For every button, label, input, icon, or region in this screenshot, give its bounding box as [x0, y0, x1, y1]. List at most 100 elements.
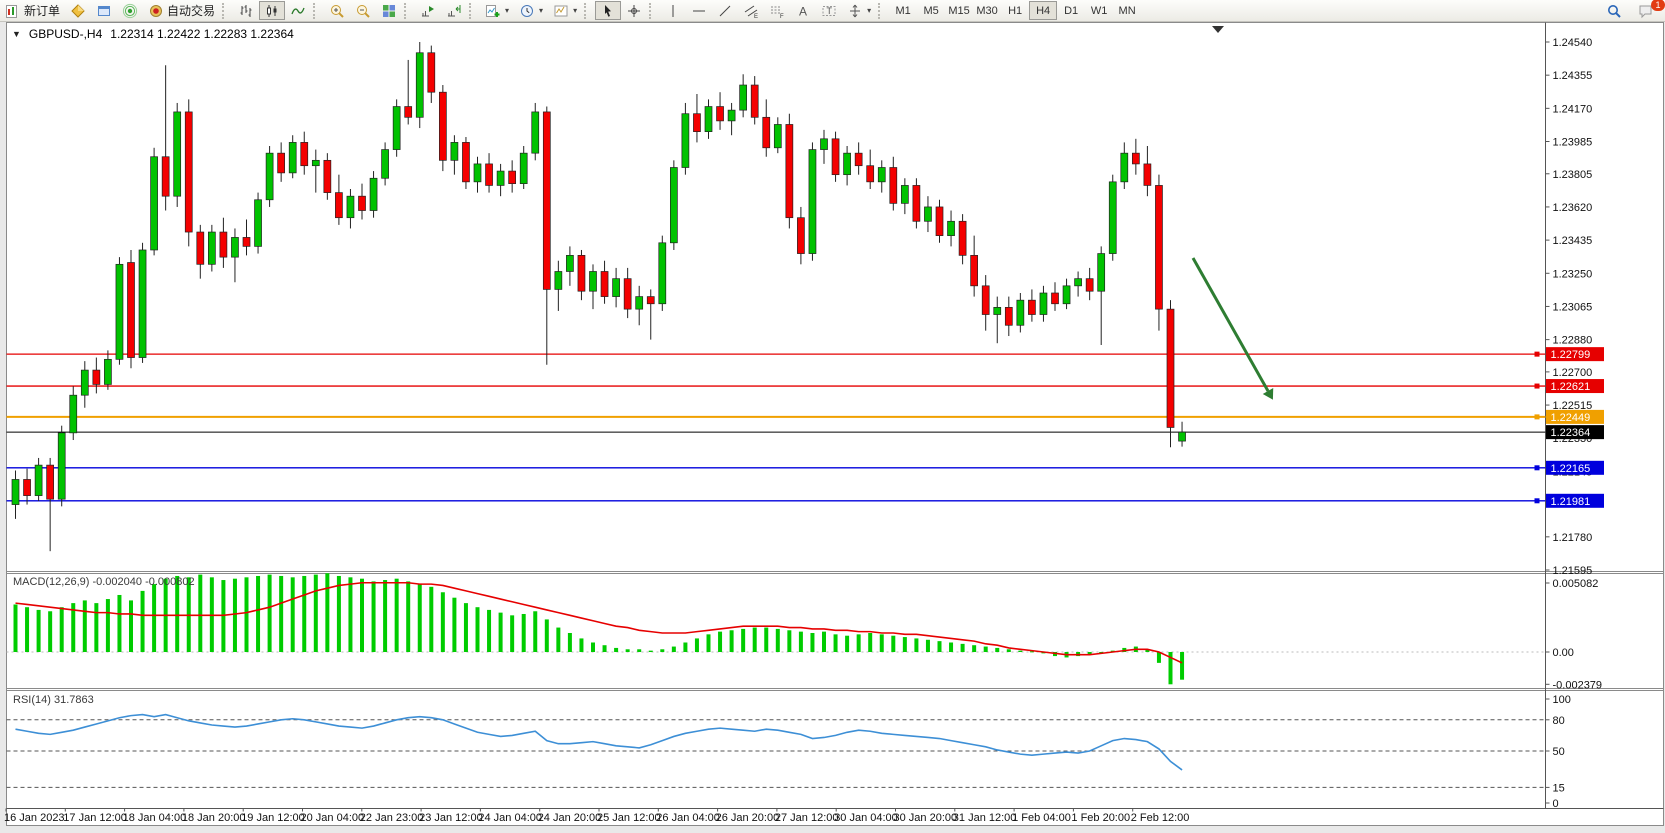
macd-bar — [395, 579, 399, 652]
candle — [532, 112, 539, 153]
bar-chart-button[interactable] — [233, 1, 259, 20]
label-tool-letter: T — [827, 6, 833, 16]
candle — [289, 142, 296, 172]
timeframe-h4-button[interactable]: H4 — [1029, 1, 1057, 20]
macd-bar — [1007, 649, 1011, 652]
profiles-button[interactable] — [65, 1, 91, 20]
chart-shift-button[interactable] — [441, 1, 467, 20]
macd-bar — [83, 600, 87, 652]
candlestick-chart-button[interactable] — [259, 1, 285, 20]
autotrading-button[interactable]: 自动交易 — [143, 1, 220, 20]
new-order-button[interactable]: 新订单 — [0, 1, 65, 20]
candle — [1005, 307, 1012, 325]
candle — [1063, 286, 1070, 304]
candle — [324, 160, 331, 192]
candle — [497, 171, 504, 185]
macd-bar — [972, 645, 976, 652]
timeframe-m30-button[interactable]: M30 — [973, 1, 1001, 20]
macd-bar — [845, 636, 849, 652]
rsi-axis-label: 15 — [1553, 782, 1565, 794]
hline-handle[interactable] — [1535, 498, 1540, 503]
candle — [948, 221, 955, 235]
price-badge-text: 1.22799 — [1551, 349, 1591, 361]
horizontal-line-tool-button[interactable] — [686, 1, 712, 20]
crosshair-button[interactable] — [621, 1, 647, 20]
cursor-button[interactable] — [595, 1, 621, 20]
price-axis-label: 1.24170 — [1553, 103, 1593, 115]
macd-bar — [707, 634, 711, 652]
macd-bar — [198, 575, 202, 652]
timeframe-mn-button[interactable]: MN — [1113, 1, 1141, 20]
hline-handle[interactable] — [1535, 352, 1540, 357]
candle — [924, 207, 931, 221]
candle — [162, 157, 169, 196]
candle — [197, 232, 204, 264]
hline-handle[interactable] — [1535, 465, 1540, 470]
candle — [47, 465, 54, 499]
macd-bar — [556, 628, 560, 652]
templates-button[interactable]: ▾ — [548, 1, 582, 20]
macd-bar — [545, 619, 549, 652]
timeframe-m5-button[interactable]: M5 — [917, 1, 945, 20]
metaeditor-button[interactable] — [91, 1, 117, 20]
vertical-line-tool-button[interactable] — [660, 1, 686, 20]
price-badge-1.22364: 1.22364 — [1546, 425, 1604, 439]
bar-chart-icon — [238, 3, 254, 19]
macd-bar — [337, 576, 341, 652]
timeframe-m1-button[interactable]: M1 — [889, 1, 917, 20]
macd-bar — [764, 628, 768, 652]
candle — [1075, 279, 1082, 286]
price-axis-label: 1.23805 — [1553, 169, 1593, 181]
notifications-button[interactable]: 1 — [1633, 1, 1659, 20]
hline-handle[interactable] — [1535, 414, 1540, 419]
line-chart-button[interactable] — [285, 1, 311, 20]
fibonacci-tool-button[interactable]: F — [764, 1, 790, 20]
timeframe-d1-button[interactable]: D1 — [1057, 1, 1085, 20]
hline-handle[interactable] — [1535, 384, 1540, 389]
candle — [1144, 164, 1151, 186]
trendline-tool-button[interactable] — [712, 1, 738, 20]
timeframe-h1-button[interactable]: H1 — [1001, 1, 1029, 20]
candle — [359, 196, 366, 210]
candle — [12, 479, 19, 504]
time-axis-label: 18 Jan 04:00 — [123, 812, 187, 824]
timeframe-m15-button[interactable]: M15 — [945, 1, 973, 20]
chart-symbol-label: GBPUSD-,H4 — [29, 27, 102, 41]
channel-tool-button[interactable]: E — [738, 1, 764, 20]
text-tool-button[interactable]: A — [790, 1, 816, 20]
indicators-button[interactable]: ▾ — [480, 1, 514, 20]
auto-scroll-button[interactable] — [415, 1, 441, 20]
main-toolbar: 新订单 自动交易 — [0, 0, 1665, 22]
label-tool-button[interactable]: T — [816, 1, 842, 20]
chart-canvas[interactable]: 1.245401.243551.241701.239851.238051.236… — [0, 21, 1665, 826]
arrows-tool-button[interactable]: ▾ — [842, 1, 876, 20]
zoom-in-button[interactable] — [324, 1, 350, 20]
macd-bar — [268, 575, 272, 652]
candle — [428, 53, 435, 92]
macd-bar — [256, 576, 260, 652]
timeframe-w1-button[interactable]: W1 — [1085, 1, 1113, 20]
collapse-arrow-icon[interactable]: ▼ — [12, 29, 21, 39]
candle — [128, 263, 135, 358]
time-axis-label: 19 Jan 12:00 — [241, 812, 305, 824]
template-icon — [553, 3, 569, 19]
macd-bar — [360, 579, 364, 652]
macd-bar — [857, 634, 861, 652]
periods-button[interactable]: ▾ — [514, 1, 548, 20]
candle — [81, 370, 88, 395]
signals-button[interactable] — [117, 1, 143, 20]
search-button[interactable] — [1601, 1, 1627, 20]
zoom-in-icon — [329, 3, 345, 19]
rsi-label: RSI(14) 31.7863 — [13, 694, 94, 706]
time-axis-label: 2 Feb 12:00 — [1131, 812, 1190, 824]
toolbar-separator — [313, 3, 322, 19]
macd-bar — [880, 634, 884, 652]
price-axis-label: 1.23065 — [1553, 301, 1593, 313]
chart-area: 1.245401.243551.241701.239851.238051.236… — [0, 21, 1665, 826]
candle — [174, 112, 181, 196]
macd-bar — [926, 640, 930, 652]
tile-windows-button[interactable] — [376, 1, 402, 20]
zoom-out-button[interactable] — [350, 1, 376, 20]
candle — [890, 168, 897, 204]
candle — [474, 164, 481, 182]
